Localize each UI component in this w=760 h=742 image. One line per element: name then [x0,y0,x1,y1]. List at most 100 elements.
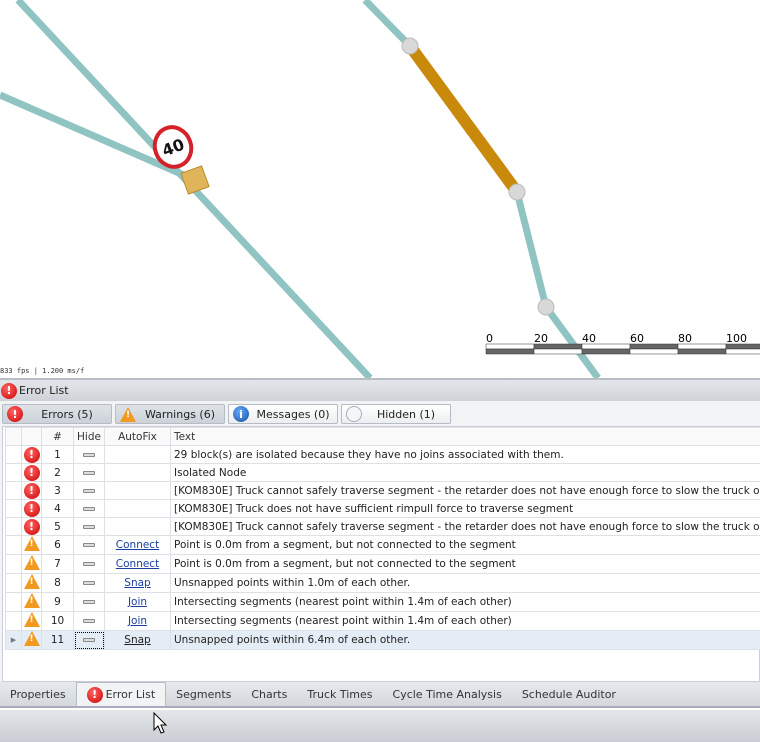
table-row[interactable]: ! 3 [KOM830E] Truck cannot safely traver… [5,481,760,500]
filter-warnings-button[interactable]: ! Warnings (6) [115,404,225,424]
row-number: 7 [41,554,74,574]
autofix-link[interactable]: Join [128,596,147,608]
row-indicator[interactable] [5,463,22,482]
hide-toggle-icon[interactable] [83,619,95,623]
hide-toggle-icon[interactable] [83,506,95,511]
table-row[interactable]: ! 2 Isolated Node [5,463,760,482]
node-point[interactable] [508,183,526,201]
table-row[interactable]: ! 6 Connect Point is 0.0m from a segment… [5,535,760,555]
table-row[interactable]: ! 1 29 block(s) are isolated because the… [5,445,760,464]
scale-segment [533,348,583,355]
autofix-link[interactable]: Connect [116,539,159,551]
row-indicator[interactable]: ▶ [5,630,22,650]
row-text: [KOM830E] Truck does not have sufficient… [170,499,760,518]
autofix-link[interactable]: Join [128,615,147,627]
table-row[interactable]: ▶ ! 11 Snap Unsnapped points within 6.4m… [5,630,760,650]
tab-label: Schedule Auditor [521,687,616,701]
row-indicator[interactable] [5,592,22,612]
scale-label: 0 [486,332,493,345]
hidden-icon [346,406,362,422]
filter-label: Errors (5) [41,407,93,421]
table-row[interactable]: ! 9 Join Intersecting segments (nearest … [5,592,760,612]
scale-segment [677,343,727,350]
node-square[interactable] [180,165,210,195]
error-icon: ! [23,464,40,481]
table-row[interactable]: ! 5 [KOM830E] Truck cannot safely traver… [5,517,760,536]
row-indicator[interactable] [5,573,22,593]
scale-segment [581,343,631,350]
error-icon: ! [7,406,23,422]
mouse-cursor-icon [153,712,168,734]
row-text: [KOM830E] Truck cannot safely traverse s… [170,517,760,536]
table-row[interactable]: ! 4 [KOM830E] Truck does not have suffic… [5,499,760,518]
row-text: Intersecting segments (nearest point wit… [170,611,760,631]
scale-segment [725,343,760,350]
col-autofix[interactable]: AutoFix [104,427,171,446]
haul-segment[interactable] [405,42,522,196]
row-number: 4 [41,499,74,518]
autofix-link[interactable]: Connect [116,558,159,570]
col-text[interactable]: Text [170,427,760,446]
tab-truck-times[interactable]: Truck Times [297,682,382,706]
row-indicator[interactable] [5,517,22,536]
warning-icon: ! [23,555,40,570]
row-indicator[interactable] [5,499,22,518]
tab-schedule-auditor[interactable]: Schedule Auditor [512,682,626,706]
filter-hidden-button[interactable]: Hidden (1) [341,404,451,424]
row-number: 1 [41,445,74,464]
row-indicator[interactable] [5,481,22,500]
row-indicator[interactable] [5,554,22,574]
road-segment[interactable] [362,0,413,49]
fps-readout: 833 fps | 1.200 ms/f [0,367,85,375]
filter-messages-button[interactable]: i Messages (0) [228,404,338,424]
row-number: 5 [41,517,74,536]
warning-icon: ! [23,593,40,608]
autofix-link[interactable]: Snap [124,634,150,646]
row-text: Unsnapped points within 6.4m of each oth… [170,630,760,650]
hide-toggle-icon[interactable] [83,562,95,566]
info-icon: i [233,406,249,422]
hide-toggle-icon[interactable] [83,581,95,585]
table-row[interactable]: ! 10 Join Intersecting segments (nearest… [5,611,760,631]
hide-toggle-icon[interactable] [83,470,95,475]
scale-segment [725,348,760,355]
row-indicator[interactable] [5,611,22,631]
table-row[interactable]: ! 8 Snap Unsnapped points within 1.0m of… [5,573,760,593]
warning-icon: ! [23,631,40,646]
row-number: 2 [41,463,74,482]
error-icon: ! [23,446,40,463]
row-text: Point is 0.0m from a segment, but not co… [170,535,760,555]
map-drawing[interactable]: 40 0 20 40 60 80 100 [0,0,760,381]
scale-segment [485,348,535,355]
bottom-tab-bar: Properties! Error List Segments Charts Truck… [0,682,760,708]
tab-cycle-time-analysis[interactable]: Cycle Time Analysis [383,682,512,706]
hide-toggle-icon[interactable] [83,452,95,457]
filter-errors-button[interactable]: ! Errors (5) [2,404,112,424]
map-canvas[interactable]: 40 0 20 40 60 80 100 [0,0,760,381]
row-text: Point is 0.0m from a segment, but not co… [170,554,760,574]
hide-toggle-icon[interactable] [83,488,95,493]
hide-toggle-icon[interactable] [83,543,95,547]
error-icon: ! [1,382,17,399]
error-icon: ! [23,500,40,517]
col-number[interactable]: # [41,427,74,446]
table-row[interactable]: ! 7 Connect Point is 0.0m from a segment… [5,554,760,574]
tab-error-list[interactable]: ! Error List [75,682,167,706]
autofix-link[interactable]: Snap [124,577,150,589]
col-hide[interactable]: Hide [73,427,105,446]
row-number: 9 [41,592,74,612]
row-number: 3 [41,481,74,500]
hide-toggle-icon[interactable] [83,638,95,642]
warning-icon: ! [120,406,136,422]
error-icon: ! [23,518,40,535]
node-point[interactable] [537,298,555,316]
hide-toggle-icon[interactable] [83,524,95,529]
hide-toggle-icon[interactable] [83,600,95,604]
row-indicator[interactable] [5,445,22,464]
row-indicator[interactable] [5,535,22,555]
node-point[interactable] [401,37,419,55]
tab-properties[interactable]: Properties [0,682,76,706]
tab-charts[interactable]: Charts [241,682,297,706]
row-text: [KOM830E] Truck cannot safely traverse s… [170,481,760,500]
tab-segments[interactable]: Segments [166,682,241,706]
